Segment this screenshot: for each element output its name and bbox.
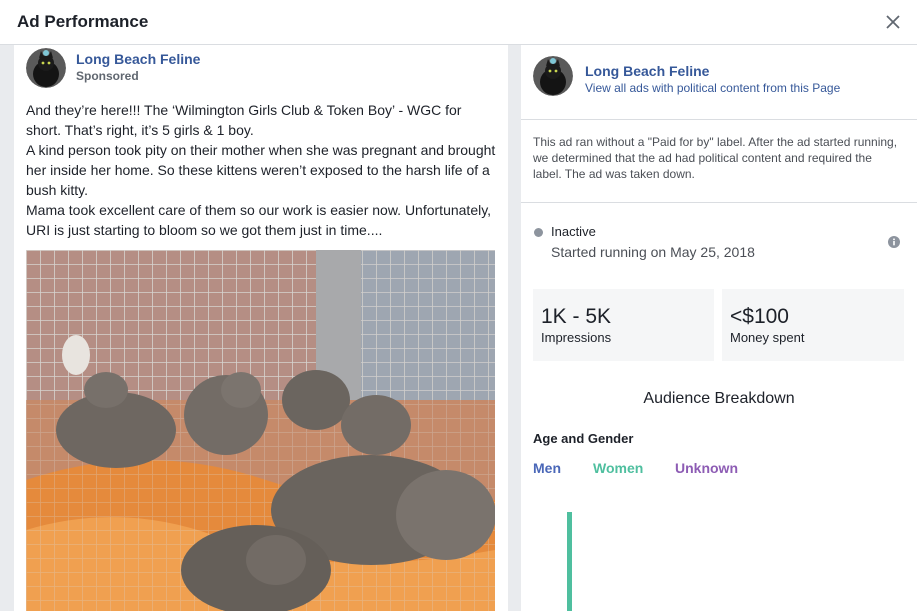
post-paragraph: A kind person took pity on their mother … bbox=[26, 142, 496, 198]
page-avatar[interactable] bbox=[26, 48, 66, 88]
close-button[interactable] bbox=[883, 12, 903, 32]
close-icon[interactable] bbox=[883, 12, 903, 32]
ad-details-panel: Long Beach Feline View all ads with poli… bbox=[521, 45, 917, 611]
ad-preview: Long Beach Feline Sponsored And they’re … bbox=[14, 45, 508, 611]
age-gender-heading: Age and Gender bbox=[533, 431, 634, 446]
money-spent-value: <$100 bbox=[730, 305, 789, 328]
age-gender-chart bbox=[533, 495, 903, 611]
legend-women[interactable]: Women bbox=[593, 460, 643, 476]
impressions-value: 1K - 5K bbox=[541, 305, 612, 328]
modal-body: Long Beach Feline Sponsored And they’re … bbox=[0, 45, 917, 611]
post-paragraph: And they’re here!!! The ‘Wilmington Girl… bbox=[26, 102, 462, 138]
details-header: Long Beach Feline View all ads with poli… bbox=[521, 45, 917, 120]
page-name-link[interactable]: Long Beach Feline bbox=[76, 51, 200, 67]
post-text: And they’re here!!! The ‘Wilmington Girl… bbox=[26, 100, 496, 240]
money-spent-label: Money spent bbox=[730, 330, 805, 345]
impressions-label: Impressions bbox=[541, 330, 612, 345]
start-date: Started running on May 25, 2018 bbox=[551, 244, 755, 260]
impressions-stat: 1K - 5K Impressions bbox=[533, 289, 714, 361]
post-paragraph: Mama took excellent care of them so our … bbox=[26, 202, 492, 238]
status-label: Inactive bbox=[551, 224, 596, 239]
sponsored-label: Sponsored bbox=[76, 69, 139, 83]
legend-unknown[interactable]: Unknown bbox=[675, 460, 738, 476]
status-dot-icon bbox=[534, 228, 543, 237]
page-avatar[interactable] bbox=[533, 56, 573, 96]
disclaimer-text: This ad ran without a "Paid for by" labe… bbox=[533, 135, 898, 181]
legend-men[interactable]: Men bbox=[533, 460, 561, 476]
modal-title: Ad Performance bbox=[17, 12, 149, 31]
info-icon[interactable] bbox=[888, 235, 900, 248]
page-name-link[interactable]: Long Beach Feline bbox=[585, 63, 709, 79]
view-all-ads-link[interactable]: View all ads with political content from… bbox=[585, 81, 840, 95]
divider bbox=[521, 202, 917, 203]
audience-breakdown-title: Audience Breakdown bbox=[643, 390, 795, 407]
kittens-photo bbox=[26, 250, 495, 611]
modal-header: Ad Performance bbox=[0, 0, 917, 45]
money-spent-stat: <$100 Money spent bbox=[722, 289, 904, 361]
women-bar bbox=[567, 512, 572, 611]
